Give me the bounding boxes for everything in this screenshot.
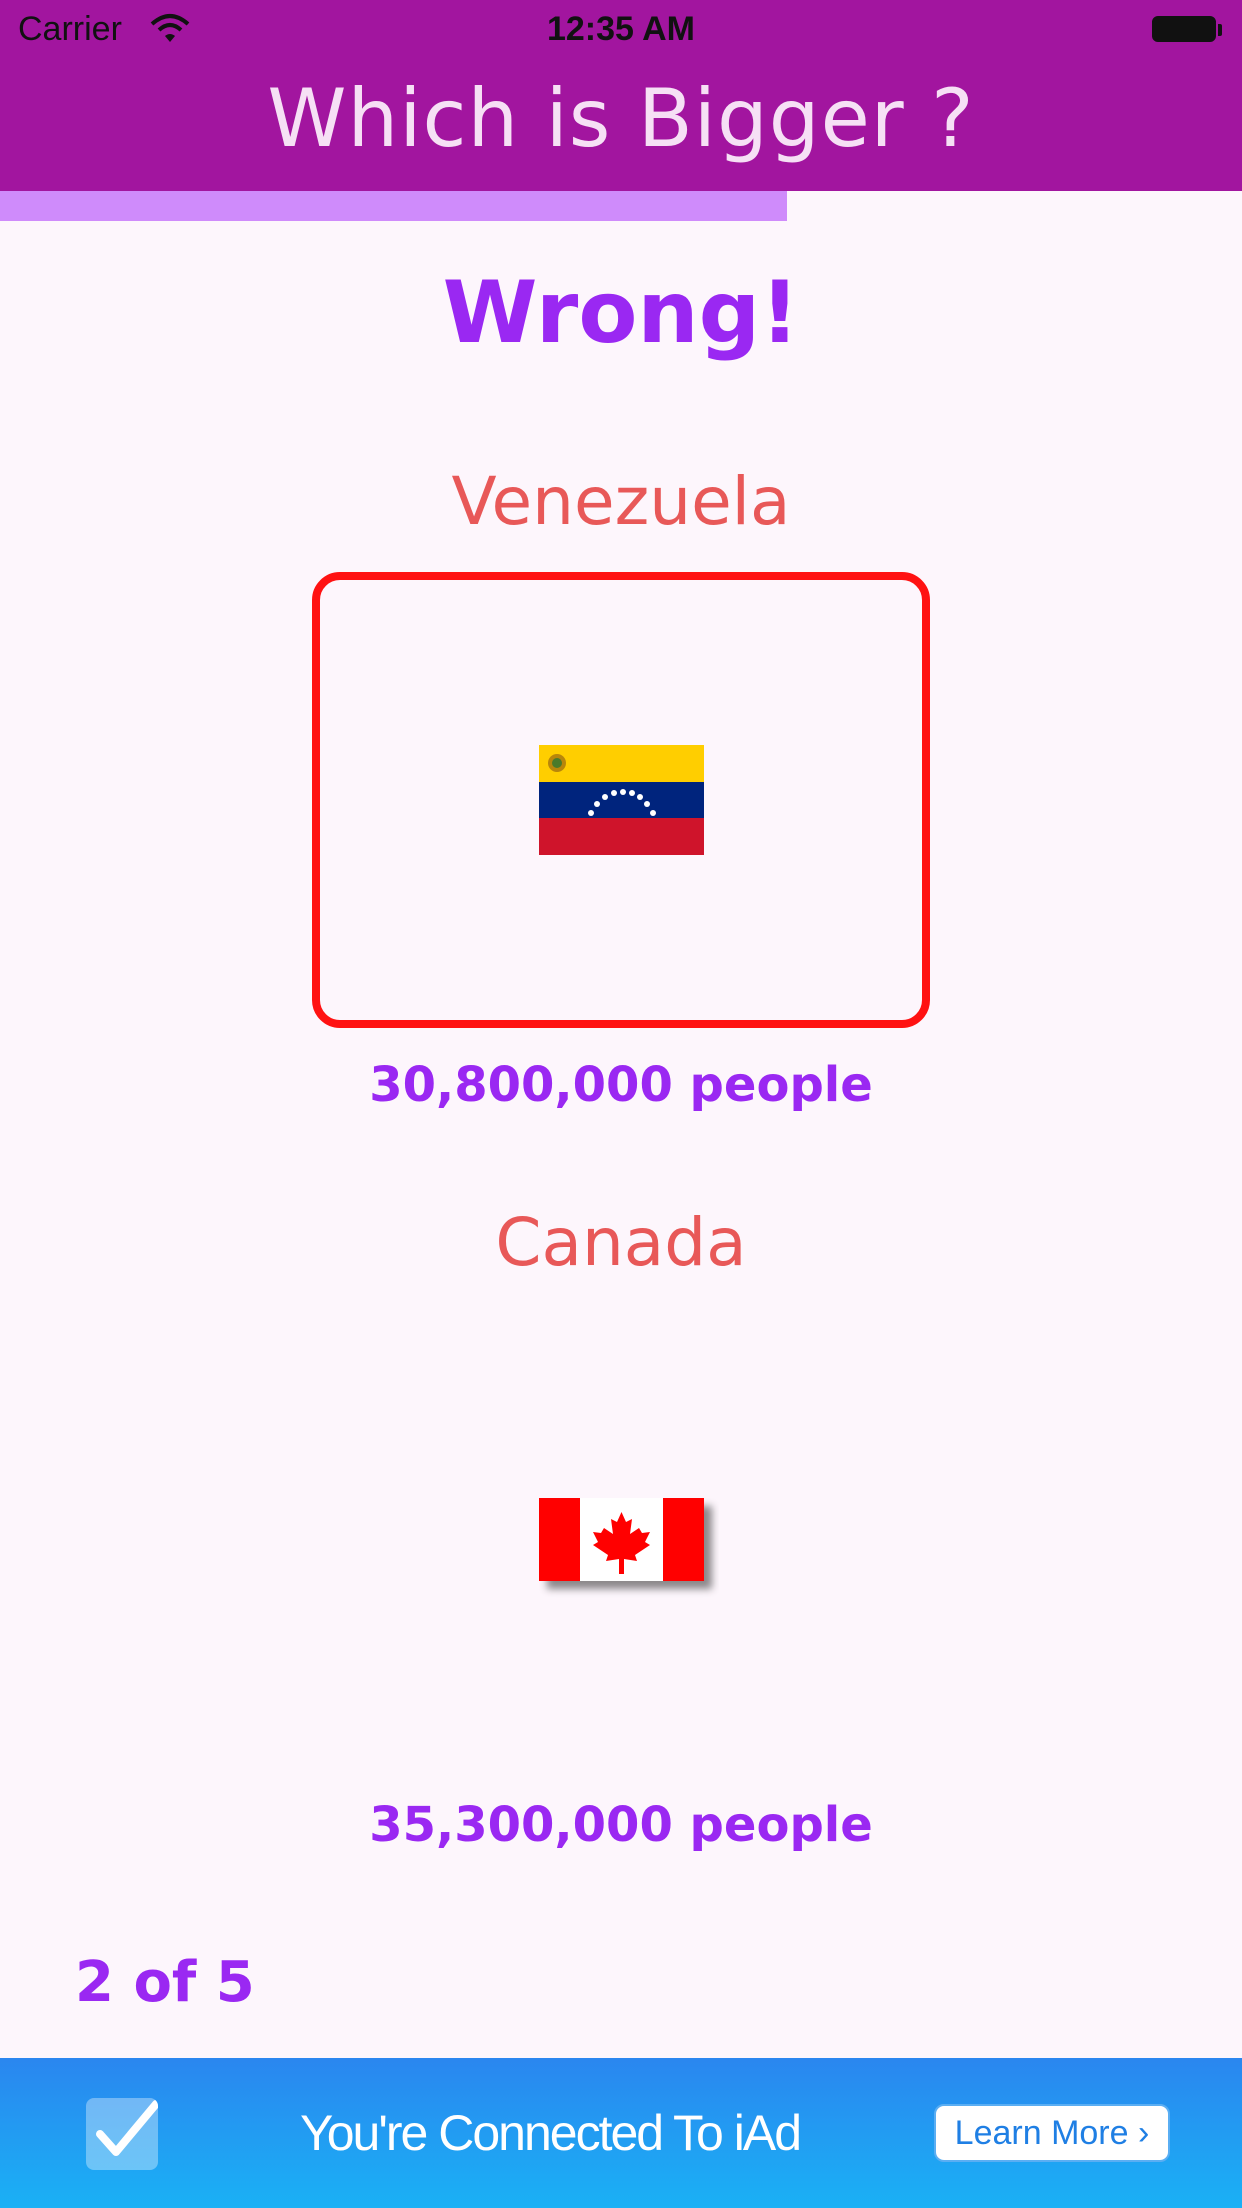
header-bar: Carrier 12:35 AM Which is Bigger ? <box>0 0 1242 191</box>
battery-tip <box>1218 24 1222 36</box>
iad-banner[interactable]: You're Connected To iAd Learn More › <box>0 2058 1242 2208</box>
question-counter: 2 of 5 <box>75 1950 255 2015</box>
venezuela-flag-icon <box>539 745 704 855</box>
country-name-canada: Canada <box>495 1204 747 1281</box>
quiz-progress-bar <box>0 191 1242 221</box>
quiz-progress-fill <box>0 191 788 221</box>
app-title: Which is Bigger ? <box>267 72 975 165</box>
result-label: Wrong! <box>442 263 800 363</box>
canada-flag-icon <box>539 1498 704 1581</box>
status-bar: Carrier 12:35 AM <box>0 0 1242 60</box>
learn-more-button[interactable]: Learn More › <box>934 2104 1170 2162</box>
population-venezuela: 30,800,000 people <box>369 1057 873 1113</box>
chevron-right-icon: › <box>1138 2114 1150 2152</box>
battery-icon <box>1152 16 1216 42</box>
population-canada: 35,300,000 people <box>369 1797 873 1853</box>
status-time: 12:35 AM <box>546 10 696 48</box>
country-name-venezuela: Venezuela <box>451 463 791 540</box>
learn-more-label: Learn More <box>954 2114 1129 2152</box>
